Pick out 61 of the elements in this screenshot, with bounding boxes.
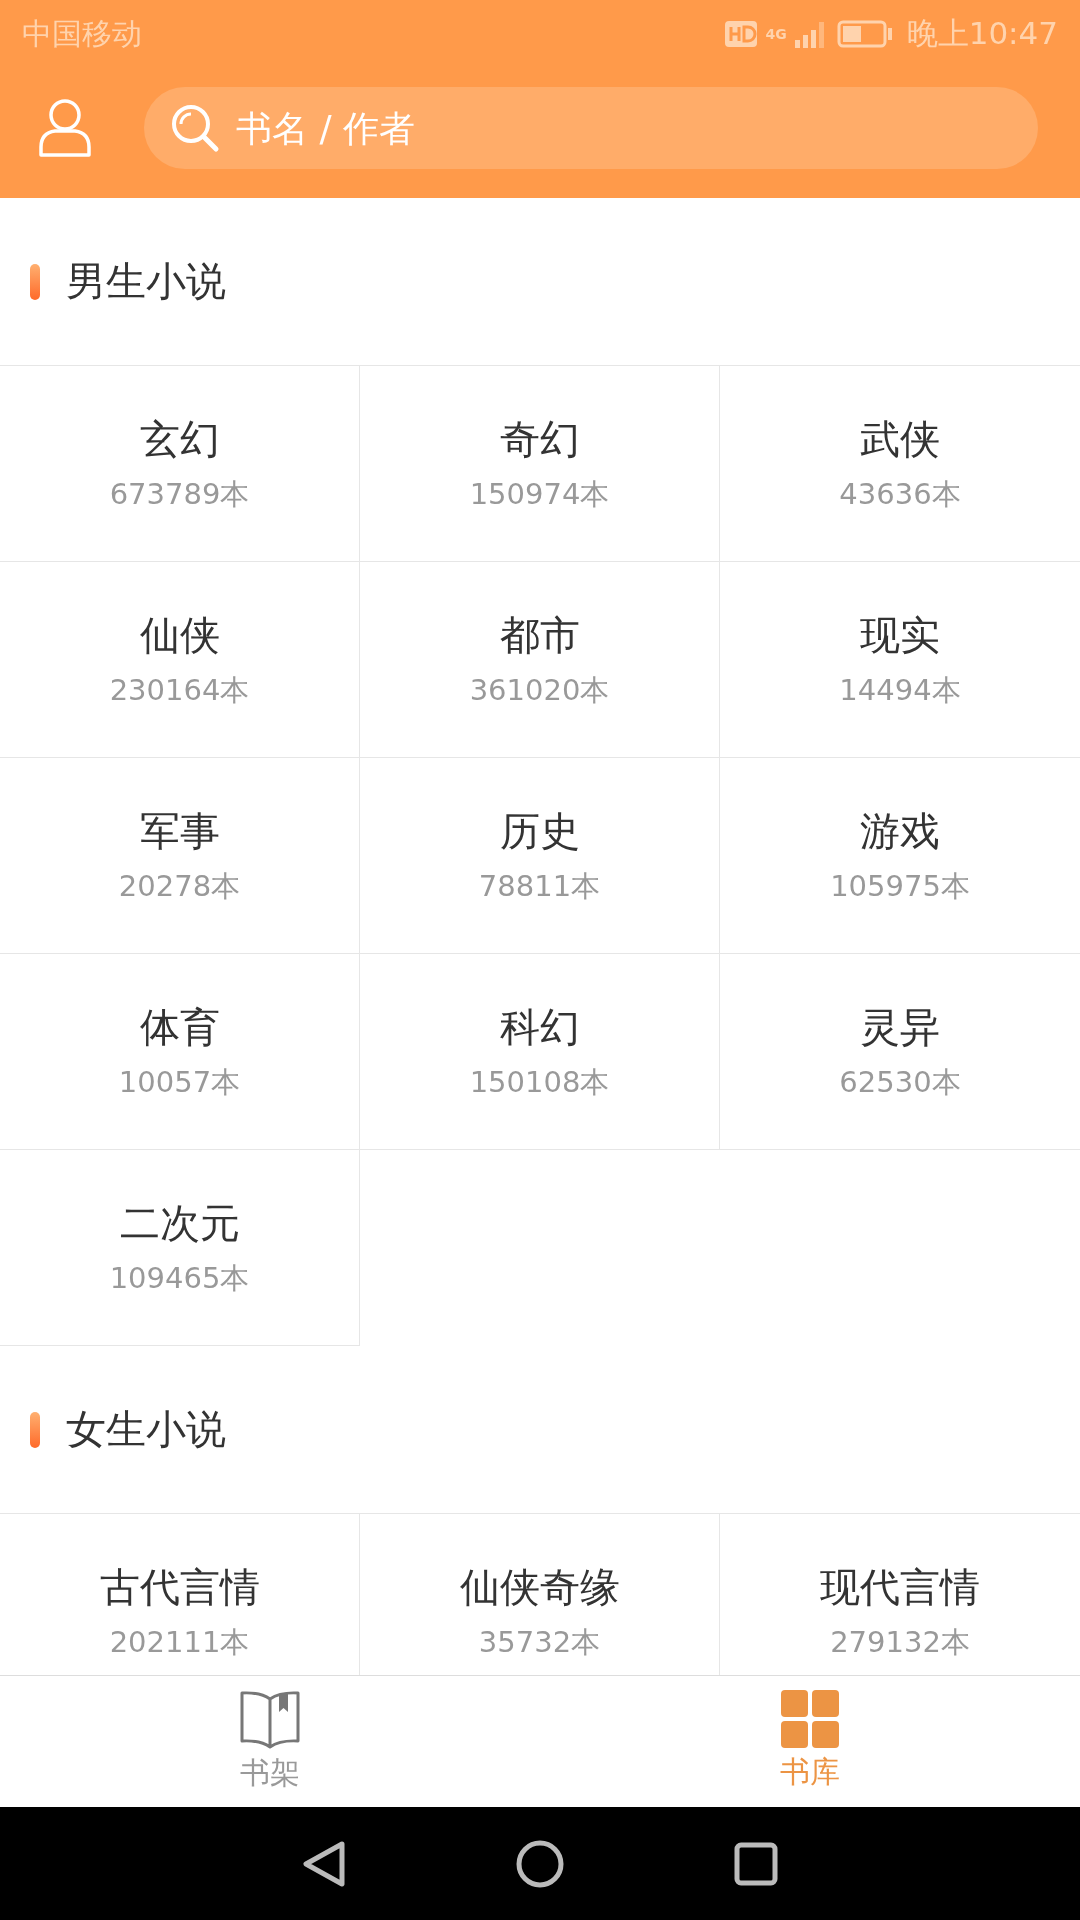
category-name: 科幻 (499, 1003, 580, 1052)
category-name: 二次元 (119, 1199, 240, 1248)
book-count: 35732本 (478, 1624, 601, 1661)
book-count: 43636本 (839, 476, 961, 513)
category-name: 现代言情 (820, 1563, 980, 1612)
category-tile[interactable]: 军事 20278本 (0, 758, 360, 954)
category-tile[interactable]: 都市 361020本 (360, 562, 720, 758)
section-marker (30, 263, 40, 300)
book-count: 62530本 (839, 1064, 961, 1101)
category-tile[interactable]: 仙侠奇缘 35732本 (360, 1514, 720, 1675)
hd-icon (725, 21, 758, 47)
category-name: 都市 (499, 611, 580, 660)
category-name: 体育 (139, 1003, 220, 1052)
book-count: 230164本 (109, 672, 250, 709)
section-marker (30, 1411, 40, 1448)
category-name: 现实 (860, 611, 940, 660)
category-tile[interactable]: 二次元 109465本 (0, 1150, 360, 1346)
grid-icon (781, 1690, 839, 1748)
home-icon[interactable] (516, 1839, 564, 1888)
carrier-name: 中国移动 (22, 14, 142, 53)
book-count: 109465本 (109, 1260, 250, 1297)
book-count: 361020本 (469, 672, 610, 709)
category-name: 武侠 (860, 415, 940, 464)
clock: 晚上10:47 (906, 14, 1058, 53)
category-name: 古代言情 (99, 1563, 260, 1612)
book-icon (239, 1689, 301, 1749)
category-name: 奇幻 (499, 415, 580, 464)
book-count: 279132本 (830, 1624, 970, 1661)
back-icon[interactable] (302, 1839, 346, 1888)
category-name: 历史 (499, 807, 580, 856)
category-tile[interactable]: 游戏 105975本 (720, 758, 1080, 954)
category-tile[interactable]: 现实 14494本 (720, 562, 1080, 758)
book-count: 150108本 (469, 1064, 610, 1101)
category-tile[interactable]: 玄幻 673789本 (0, 366, 360, 562)
category-tile[interactable]: 体育 10057本 (0, 954, 360, 1150)
search-field[interactable]: 书名 / 作者 (144, 87, 1038, 169)
book-count: 105975本 (830, 868, 970, 905)
section-title: 女生小说 (66, 1405, 226, 1454)
category-name: 灵异 (860, 1003, 940, 1052)
category-tile[interactable]: 仙侠 230164本 (0, 562, 360, 758)
category-name: 玄幻 (139, 415, 220, 464)
book-count: 14494本 (839, 672, 961, 709)
section-title: 男生小说 (66, 257, 226, 306)
category-name: 仙侠 (139, 611, 220, 660)
book-count: 20278本 (118, 868, 241, 905)
category-tile[interactable]: 灵异 62530本 (720, 954, 1080, 1150)
category-tile[interactable]: 科幻 150108本 (360, 954, 720, 1150)
category-name: 游戏 (860, 807, 940, 856)
book-count: 78811本 (478, 868, 601, 905)
book-count: 202111本 (109, 1624, 250, 1661)
category-name: 军事 (139, 807, 220, 856)
recents-icon[interactable] (734, 1841, 778, 1886)
category-tile[interactable]: 历史 78811本 (360, 758, 720, 954)
book-count: 150974本 (469, 476, 610, 513)
battery-icon (836, 20, 893, 48)
network-type: 4G (765, 27, 787, 41)
category-tile[interactable]: 武侠 43636本 (720, 366, 1080, 562)
book-count: 673789本 (109, 476, 250, 513)
category-name: 仙侠奇缘 (459, 1563, 620, 1612)
category-tile[interactable]: 奇幻 150974本 (360, 366, 720, 562)
book-count: 10057本 (118, 1064, 241, 1101)
